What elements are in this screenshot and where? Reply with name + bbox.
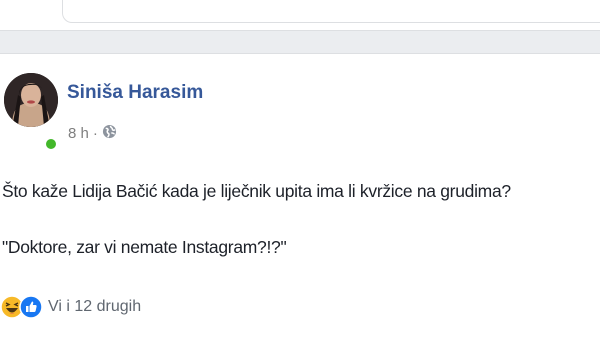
meta-separator: · xyxy=(92,125,98,142)
post-meta: 8 h · xyxy=(68,124,117,143)
avatar[interactable] xyxy=(4,73,58,127)
reactions-summary[interactable]: Vi i 12 drugih xyxy=(48,298,141,316)
previous-post-card xyxy=(0,0,600,31)
online-status-dot xyxy=(44,137,58,151)
globe-icon[interactable] xyxy=(102,124,117,143)
comment-box-edge xyxy=(62,0,600,23)
reactions-bar[interactable]: Vi i 12 drugih xyxy=(0,295,141,319)
author-name[interactable]: Siniša Harasim xyxy=(67,82,203,104)
post-text-line-2: "Doktore, zar vi nemate Instagram?!?" xyxy=(2,237,287,257)
like-icon xyxy=(19,295,43,319)
post-time[interactable]: 8 h xyxy=(68,125,89,142)
post-card: Siniša Harasim 8 h · Što kaže Lidija Bač… xyxy=(0,53,600,351)
avatar-photo xyxy=(4,73,58,127)
post-text-line-1: Što kaže Lidija Bačić kada je liječnik u… xyxy=(2,181,511,201)
